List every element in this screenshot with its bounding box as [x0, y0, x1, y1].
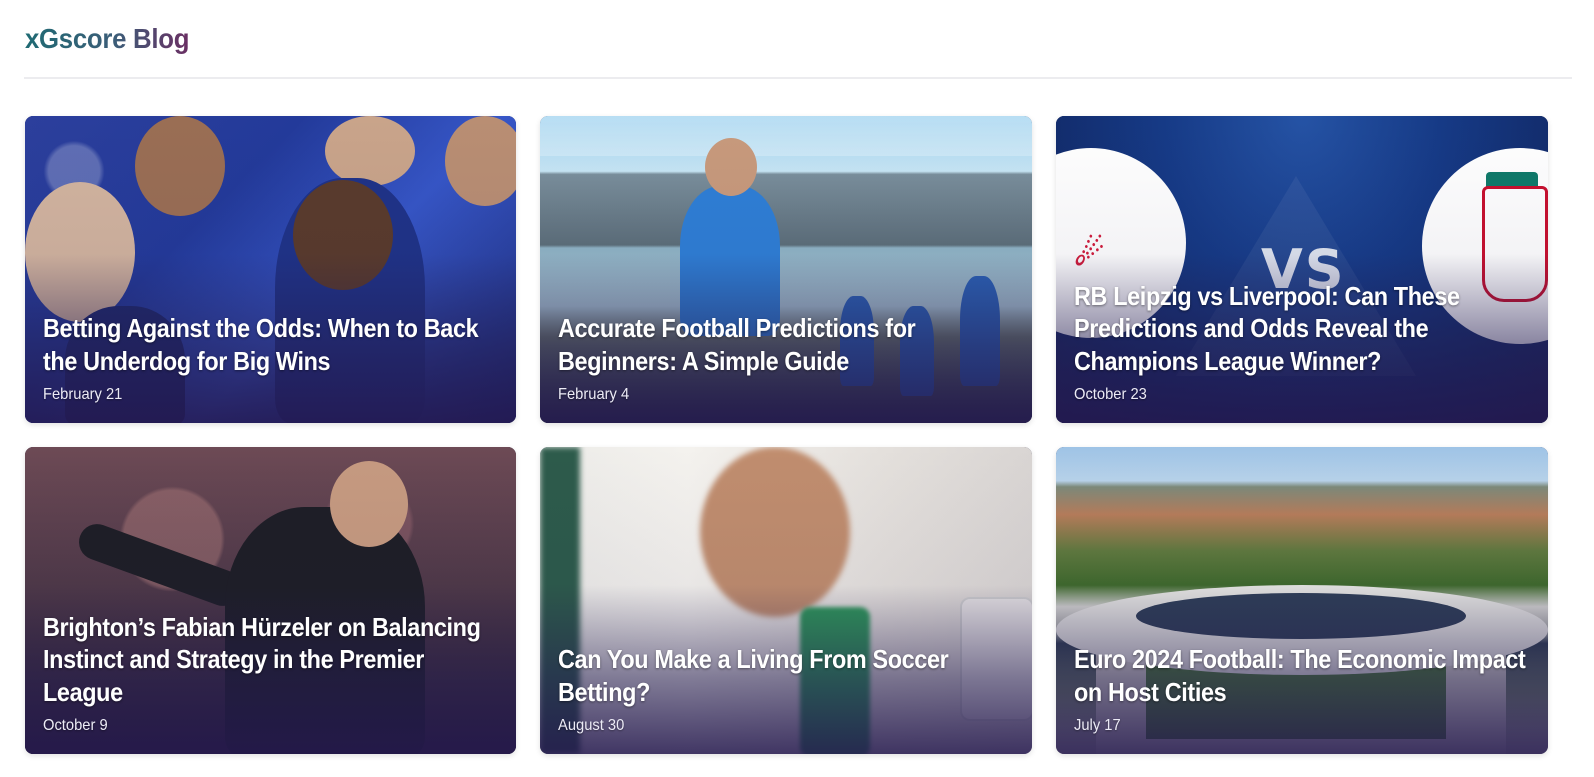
- header-divider: [24, 77, 1572, 79]
- post-title[interactable]: Euro 2024 Football: The Economic Impact …: [1074, 643, 1530, 708]
- post-card-euro-2024[interactable]: Euro 2024 Football: The Economic Impact …: [1056, 447, 1548, 754]
- post-text: Betting Against the Odds: When to Back t…: [43, 312, 498, 405]
- blog-page: xGscore Blog Betting Against the Odds: W…: [0, 0, 1594, 777]
- post-title[interactable]: RB Leipzig vs Liverpool: Can These Predi…: [1074, 280, 1530, 378]
- post-card-underdog[interactable]: Betting Against the Odds: When to Back t…: [25, 116, 516, 423]
- post-card-hurzeler[interactable]: Brighton’s Fabian Hürzeler on Balancing …: [25, 447, 516, 754]
- blog-header: xGscore Blog: [25, 20, 203, 58]
- post-text: Accurate Football Predictions for Beginn…: [558, 312, 1014, 405]
- post-text: RB Leipzig vs Liverpool: Can These Predi…: [1074, 280, 1530, 406]
- post-date: October 9: [43, 717, 108, 734]
- post-card-leipzig-liverpool[interactable]: ☄ VS RB Leipzig vs Liverpool: Can These …: [1056, 116, 1548, 423]
- post-text: Can You Make a Living From Soccer Bettin…: [558, 643, 1014, 736]
- post-date: August 30: [558, 717, 625, 734]
- post-date: February 4: [558, 386, 630, 403]
- blog-title[interactable]: xGscore Blog: [25, 23, 189, 55]
- post-grid: Betting Against the Odds: When to Back t…: [25, 116, 1573, 754]
- post-card-living-from-betting[interactable]: Can You Make a Living From Soccer Bettin…: [540, 447, 1032, 754]
- post-title[interactable]: Betting Against the Odds: When to Back t…: [43, 312, 498, 377]
- post-title[interactable]: Accurate Football Predictions for Beginn…: [558, 312, 1014, 377]
- post-title[interactable]: Brighton’s Fabian Hürzeler on Balancing …: [43, 611, 498, 709]
- post-title[interactable]: Can You Make a Living From Soccer Bettin…: [558, 643, 1014, 708]
- post-date: July 17: [1074, 717, 1121, 734]
- post-text: Euro 2024 Football: The Economic Impact …: [1074, 643, 1530, 736]
- post-date: October 23: [1074, 386, 1147, 403]
- post-text: Brighton’s Fabian Hürzeler on Balancing …: [43, 611, 498, 737]
- post-card-predictions-guide[interactable]: Accurate Football Predictions for Beginn…: [540, 116, 1032, 423]
- post-date: February 21: [43, 386, 123, 403]
